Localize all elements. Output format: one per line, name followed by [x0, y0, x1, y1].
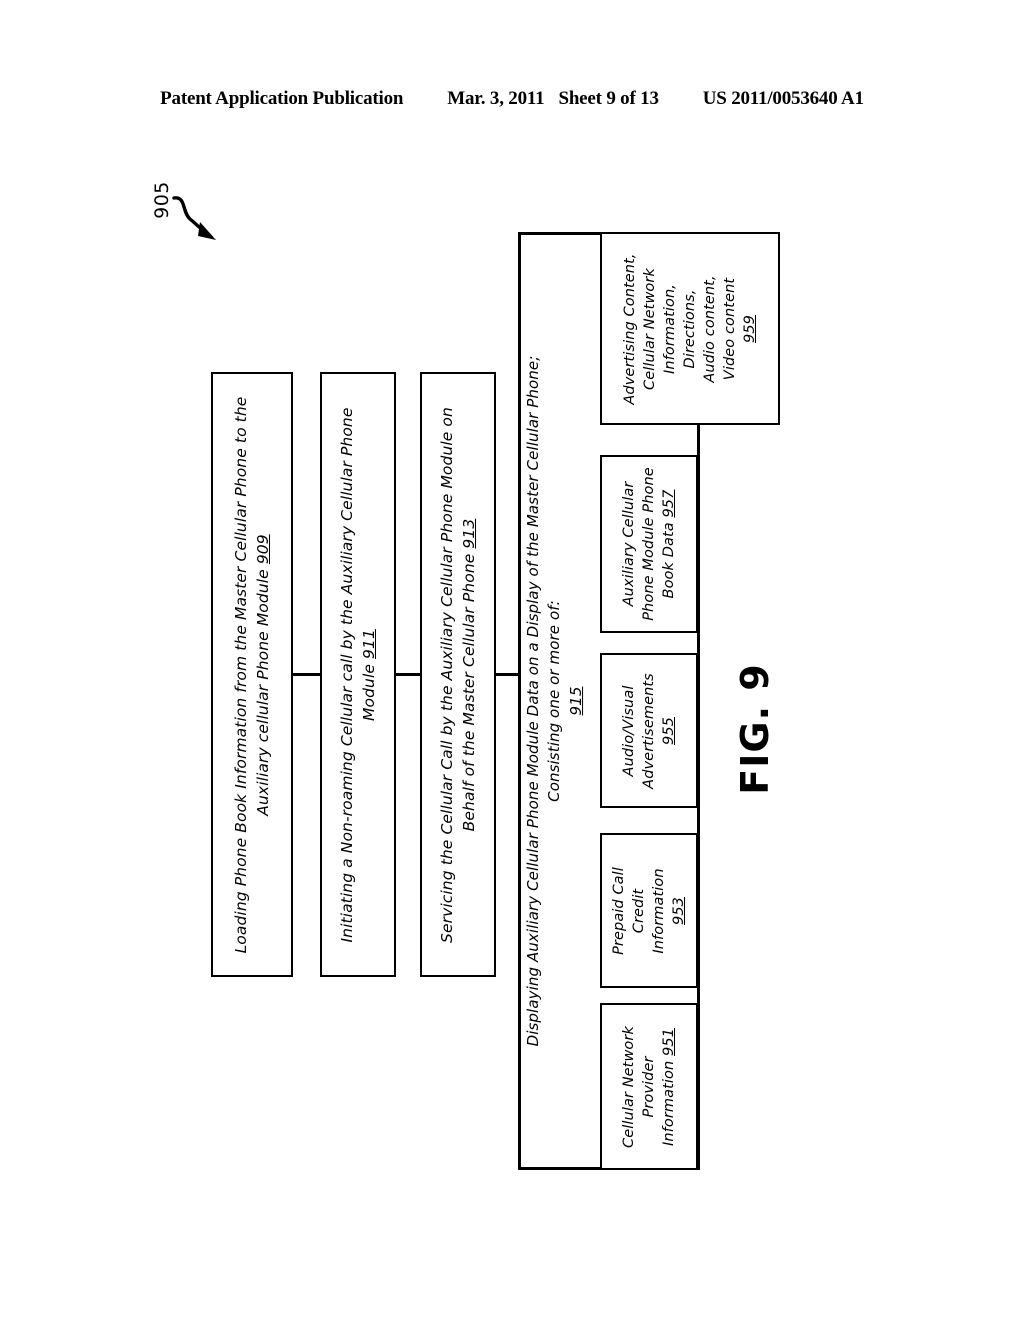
flow-step-915-number: 915 [566, 686, 585, 716]
flow-step-915-line2: Consisting one or more of: [545, 600, 564, 802]
display-item-951-label: Cellular Network Provider Information 95… [619, 1026, 679, 1148]
patent-figure-drawing: 905 Loading Phone Book Information from … [0, 0, 1024, 1320]
display-item-953-line1: Prepaid Call [611, 866, 627, 955]
display-item-957-line2: Phone Module Phone [641, 467, 657, 621]
flow-step-915-label: Displaying Auxiliary Cellular Phone Modu… [523, 356, 587, 1047]
flow-step-911-line2: Module [360, 658, 378, 721]
display-item-959-line4: Directions, [682, 288, 698, 369]
display-item-959-number: 959 [742, 314, 758, 343]
display-item-953-line2: Credit [631, 888, 647, 933]
display-item-951-number: 951 [661, 1027, 677, 1056]
display-item-959-label: Advertising Content, Cellular Network In… [620, 253, 760, 404]
display-item-951-line2: Provider [641, 1055, 657, 1118]
display-item-953-number: 953 [671, 896, 687, 925]
display-item-953-label: Prepaid Call Credit Information 953 [609, 867, 689, 955]
display-item-955[interactable]: Audio/Visual Advertisements 955 [600, 653, 698, 808]
flow-step-915-line1: Displaying Auxiliary Cellular Phone Modu… [524, 355, 543, 1047]
connector-913-915 [496, 673, 520, 676]
display-item-959-line1: Advertising Content, [622, 252, 638, 405]
flow-step-911-line1: Initiating a Non-roaming Cellular call b… [338, 407, 356, 942]
flow-step-909-line1: Loading Phone Book Information from the … [232, 396, 250, 953]
display-item-959-line6: Video content [722, 277, 738, 380]
display-item-955-label: Audio/Visual Advertisements 955 [619, 673, 679, 789]
lead-line-arrow-icon [172, 196, 216, 240]
display-item-959[interactable]: Advertising Content, Cellular Network In… [600, 232, 780, 425]
display-item-953-line3: Information [651, 867, 667, 954]
display-item-957-line1: Auxiliary Cellular [621, 481, 637, 607]
flow-step-909[interactable]: Loading Phone Book Information from the … [211, 372, 293, 977]
flow-step-911-label: Initiating a Non-roaming Cellular call b… [336, 407, 380, 942]
flow-step-911-number: 911 [360, 628, 378, 659]
display-item-953[interactable]: Prepaid Call Credit Information 953 [600, 833, 698, 988]
display-item-957-number: 957 [661, 489, 677, 518]
flow-step-911[interactable]: Initiating a Non-roaming Cellular call b… [320, 372, 396, 977]
display-item-951-line3: Information [661, 1055, 677, 1146]
flow-step-913-line1: Servicing the Cellular Call by the Auxil… [438, 406, 456, 943]
display-item-959-line5: Audio content, [702, 274, 718, 383]
display-item-959-line3: Information, [662, 283, 678, 374]
display-item-951-line1: Cellular Network [621, 1025, 637, 1148]
display-item-959-line2: Cellular Network [642, 267, 658, 390]
display-item-957[interactable]: Auxiliary Cellular Phone Module Phone Bo… [600, 455, 698, 633]
flow-step-909-number: 909 [254, 533, 272, 564]
flow-step-913-number: 913 [460, 518, 478, 549]
flow-step-913-label: Servicing the Cellular Call by the Auxil… [436, 407, 480, 943]
display-item-957-label: Auxiliary Cellular Phone Module Phone Bo… [619, 467, 679, 621]
flow-step-909-line2: Auxiliary cellular Phone Module [254, 563, 272, 816]
display-item-955-line2: Advertisements [641, 672, 657, 789]
flow-step-909-label: Loading Phone Book Information from the … [230, 396, 274, 953]
display-item-951[interactable]: Cellular Network Provider Information 95… [600, 1003, 698, 1170]
connector-909-911 [293, 673, 320, 676]
display-item-955-line1: Audio/Visual [621, 685, 637, 776]
display-item-957-line3: Book Data [661, 517, 677, 599]
flow-step-913-line2: Behalf of the Master Cellular Phone [460, 548, 478, 831]
display-item-955-number: 955 [661, 716, 677, 745]
figure-label: FIG. 9 [733, 663, 777, 795]
connector-911-913 [396, 673, 420, 676]
flow-step-913[interactable]: Servicing the Cellular Call by the Auxil… [420, 372, 496, 977]
